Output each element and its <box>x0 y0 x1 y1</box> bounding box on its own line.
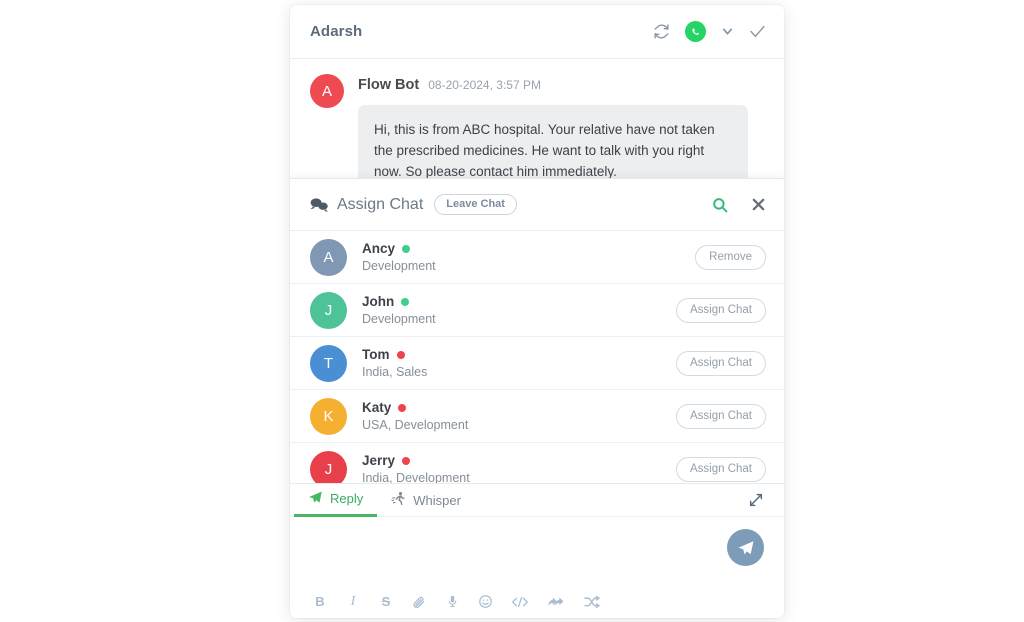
agent-name-line: Tom <box>362 347 676 362</box>
italic-icon[interactable]: I <box>345 593 361 611</box>
assign-chat-button[interactable]: Assign Chat <box>675 350 766 376</box>
message-timestamp: 08-20-2024, 3:57 PM <box>428 78 541 92</box>
message-sender: Flow Bot <box>358 77 420 93</box>
reply-all-icon[interactable] <box>547 593 566 611</box>
agent-name-line: Jerry <box>362 453 676 468</box>
agent-department: USA, Development <box>362 418 469 432</box>
tab-reply-label: Reply <box>330 491 364 506</box>
leave-chat-button[interactable]: Leave Chat <box>434 194 517 215</box>
app-root: Adarsh A Flow Bot 08-20-2024, 3:57 PM Hi… <box>0 0 1024 622</box>
avatar: T <box>310 344 347 382</box>
assign-chat-header: Assign Chat Leave Chat <box>290 179 784 231</box>
message-bubble: Hi, this is from ABC hospital. Your rela… <box>358 105 748 186</box>
status-badge <box>401 297 410 306</box>
status-badge <box>398 403 407 412</box>
avatar: A <box>310 238 347 276</box>
code-icon[interactable] <box>510 593 530 611</box>
agent-name-line: Katy <box>362 400 676 415</box>
refresh-icon[interactable] <box>653 23 670 40</box>
agent-department: Development <box>362 259 436 273</box>
agent-list[interactable]: A Ancy Development Remove J John Development As… <box>290 231 784 485</box>
check-icon[interactable] <box>749 23 766 40</box>
remove-button[interactable]: Remove <box>695 244 766 270</box>
status-badge <box>402 244 411 253</box>
search-icon[interactable] <box>711 196 729 214</box>
assign-chat-panel: Assign Chat Leave Chat A Ancy Developmen… <box>290 178 784 486</box>
agent-row[interactable]: J John Development Assign Chat <box>290 284 784 337</box>
agent-row[interactable]: A Ancy Development Remove <box>290 231 784 284</box>
agent-name: Katy <box>362 400 392 415</box>
agent-info: Jerry India, Development <box>362 453 676 485</box>
avatar: J <box>310 450 347 485</box>
agent-info: Tom India, Sales <box>362 347 676 379</box>
compose-body <box>290 517 784 585</box>
agent-info: John Development <box>362 294 676 326</box>
composer-tabs: Reply Whisper <box>290 484 784 517</box>
status-badge <box>396 350 405 359</box>
agent-name-line: John <box>362 294 676 309</box>
whatsapp-icon[interactable] <box>685 21 706 42</box>
tab-whisper-label: Whisper <box>413 492 461 508</box>
attachment-icon[interactable] <box>411 593 427 611</box>
agent-row[interactable]: J Jerry India, Development Assign Chat <box>290 443 784 485</box>
agent-department: Development <box>362 312 436 326</box>
agent-name: Ancy <box>362 241 396 256</box>
bold-icon[interactable]: B <box>312 593 328 611</box>
tab-reply[interactable]: Reply <box>294 484 378 517</box>
tab-whisper[interactable]: Whisper <box>377 484 475 517</box>
avatar: K <box>310 397 347 435</box>
chat-bubbles-icon <box>310 197 328 212</box>
agent-name: John <box>362 294 395 309</box>
agent-info: Ancy Development <box>362 241 695 273</box>
assign-chat-button[interactable]: Assign Chat <box>675 297 766 323</box>
status-badge <box>402 456 411 465</box>
send-button[interactable] <box>727 529 764 566</box>
avatar: A <box>310 74 344 108</box>
agent-department: India, Sales <box>362 365 428 379</box>
chevron-down-icon[interactable] <box>721 25 734 38</box>
agent-name: Jerry <box>362 453 396 468</box>
expand-icon[interactable] <box>748 492 766 508</box>
emoji-icon[interactable] <box>477 593 493 611</box>
agent-row[interactable]: T Tom India, Sales Assign Chat <box>290 337 784 390</box>
header-actions <box>653 21 766 42</box>
assign-chat-header-actions <box>711 196 766 214</box>
formatting-toolbar: B I S <box>290 585 784 618</box>
paper-plane-icon <box>308 490 323 508</box>
microphone-icon[interactable] <box>444 593 460 611</box>
strikethrough-icon[interactable]: S <box>378 593 394 611</box>
assign-chat-button[interactable]: Assign Chat <box>675 456 766 482</box>
message-input[interactable] <box>290 517 784 585</box>
assign-chat-title: Assign Chat <box>337 195 424 213</box>
message-list: A Flow Bot 08-20-2024, 3:57 PM Hi, this … <box>290 59 784 186</box>
agent-row[interactable]: K Katy USA, Development Assign Chat <box>290 390 784 443</box>
message-body: Flow Bot 08-20-2024, 3:57 PM Hi, this is… <box>358 73 766 186</box>
assign-chat-button[interactable]: Assign Chat <box>675 403 766 429</box>
chat-header: Adarsh <box>290 5 784 59</box>
agent-info: Katy USA, Development <box>362 400 676 432</box>
shuffle-icon[interactable] <box>583 593 601 611</box>
avatar: J <box>310 291 347 329</box>
message-item: A Flow Bot 08-20-2024, 3:57 PM Hi, this … <box>310 73 766 186</box>
message-composer: Reply Whisper B I S <box>290 483 784 618</box>
chat-widget-card: Adarsh A Flow Bot 08-20-2024, 3:57 PM Hi… <box>290 5 784 618</box>
close-icon[interactable] <box>751 197 766 212</box>
page-title: Adarsh <box>310 23 363 40</box>
agent-name: Tom <box>362 347 390 362</box>
message-meta: Flow Bot 08-20-2024, 3:57 PM <box>358 73 766 93</box>
running-person-icon <box>391 491 406 509</box>
agent-name-line: Ancy <box>362 241 695 256</box>
